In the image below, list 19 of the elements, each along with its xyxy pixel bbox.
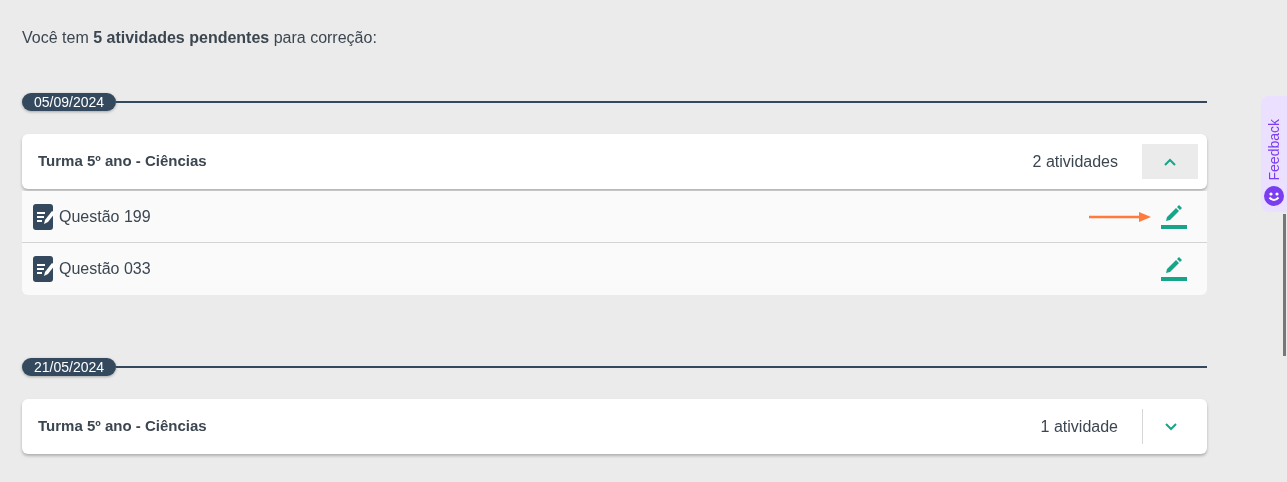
date-badge: 05/09/2024 bbox=[22, 93, 117, 111]
document-edit-icon bbox=[33, 256, 55, 282]
question-title[interactable]: Questão 199 bbox=[59, 204, 1089, 229]
activity-count: 1 atividade bbox=[1040, 416, 1118, 437]
date-badge: 21/05/2024 bbox=[22, 358, 117, 376]
class-name: Turma 5º ano - Ciências bbox=[38, 151, 208, 172]
smiley-icon bbox=[1264, 186, 1284, 206]
toggle-button[interactable] bbox=[1142, 144, 1198, 179]
question-title[interactable]: Questão 033 bbox=[59, 257, 1161, 281]
class-name: Turma 5º ano - Ciências bbox=[38, 416, 208, 437]
document-edit-icon bbox=[33, 203, 55, 230]
edit-button[interactable] bbox=[1161, 257, 1187, 281]
activity-count: 2 atividades bbox=[1032, 151, 1118, 172]
feedback-tab[interactable]: Feedback bbox=[1261, 96, 1287, 212]
edit-button[interactable] bbox=[1161, 204, 1187, 229]
scrollbar[interactable] bbox=[1283, 214, 1286, 356]
chevron-down-icon bbox=[1164, 422, 1177, 431]
intro-text: Você tem 5 atividades pendentes para correção: bbox=[22, 28, 378, 48]
chevron-up-icon bbox=[1164, 157, 1176, 166]
